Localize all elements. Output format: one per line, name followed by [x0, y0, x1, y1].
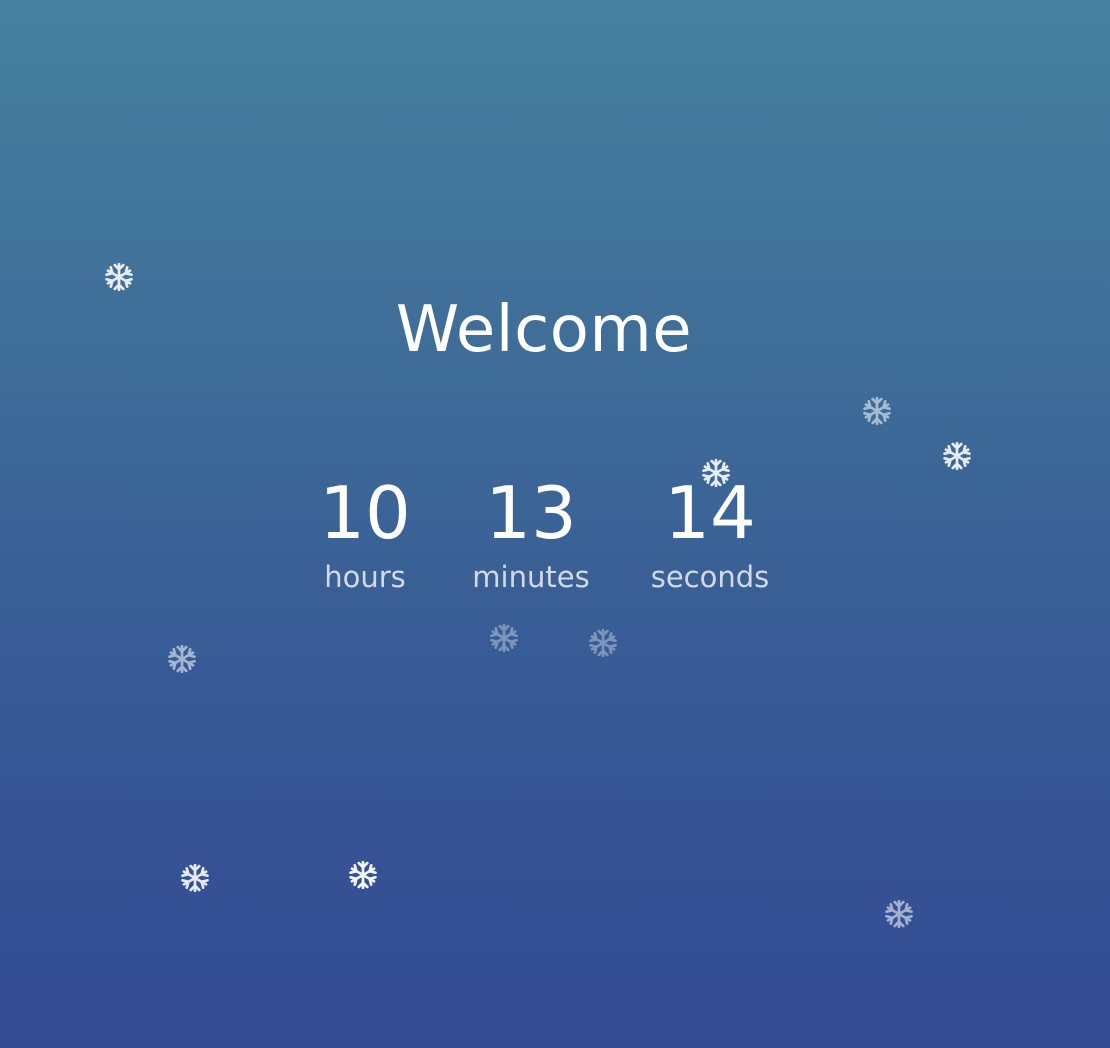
minutes-value: 13 — [485, 471, 577, 555]
snowflake-icon — [860, 394, 894, 428]
seconds-label: seconds — [650, 560, 770, 594]
snowflake-icon — [178, 861, 212, 895]
hours-label: hours — [324, 560, 406, 594]
snowflake-icon — [940, 439, 974, 473]
snowflake-icon — [102, 260, 136, 294]
snowflake-icon — [487, 621, 521, 655]
snowflake-icon — [586, 626, 620, 660]
snowflake-icon — [346, 858, 380, 892]
countdown-hours: 10 hours — [285, 470, 445, 594]
countdown-timer: 10 hours 13 minutes 14 seconds — [0, 470, 1110, 610]
welcome-screen: Welcome 10 hours 13 minutes 14 seconds — [0, 0, 1110, 1048]
snowflake-icon — [165, 642, 199, 676]
page-title: Welcome — [395, 293, 693, 367]
hours-value: 10 — [319, 471, 411, 555]
countdown-minutes: 13 minutes — [451, 470, 611, 594]
snowflake-icon — [699, 456, 733, 490]
minutes-label: minutes — [472, 560, 590, 594]
snowflake-icon — [882, 897, 916, 931]
